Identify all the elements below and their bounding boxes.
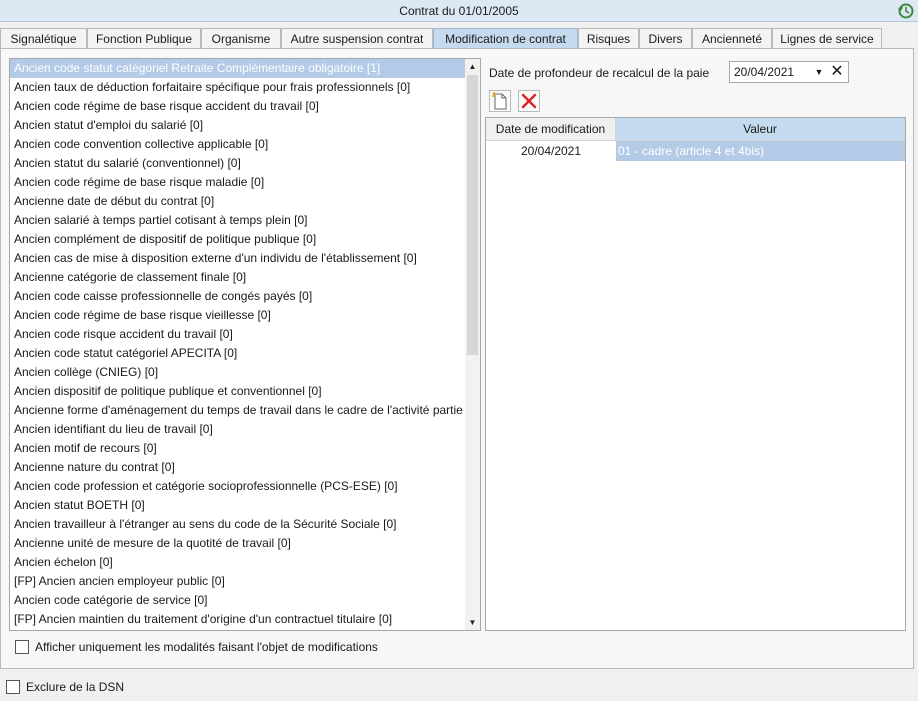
window-title: Contrat du 01/01/2005	[399, 4, 519, 18]
list-item[interactable]: Ancien code caisse professionnelle de co…	[10, 287, 466, 306]
list-item[interactable]: Ancien statut du salarié (conventionnel)…	[10, 154, 466, 173]
delete-button[interactable]	[518, 90, 540, 112]
modalites-list[interactable]: Ancien code statut catégoriel Retraite C…	[9, 58, 481, 631]
list-item[interactable]: Ancien code risque accident du travail […	[10, 325, 466, 344]
clear-icon[interactable]: ✕	[828, 62, 846, 82]
scroll-thumb[interactable]	[467, 75, 478, 355]
tab-strip: Signalétique Fonction Publique Organisme…	[0, 28, 918, 49]
list-item[interactable]: Ancien code statut catégoriel Retraite C…	[10, 59, 466, 78]
modifications-grid[interactable]: Date de modification Valeur 20/04/2021 0…	[485, 117, 906, 631]
list-item[interactable]: Ancien code régime de base risque maladi…	[10, 173, 466, 192]
tab-autre-suspension[interactable]: Autre suspension contrat	[281, 28, 433, 49]
scroll-down-icon[interactable]: ▼	[465, 615, 480, 630]
delete-icon	[521, 93, 537, 109]
recalc-date-label: Date de profondeur de recalcul de la pai…	[489, 66, 710, 80]
exclude-dsn-label: Exclure de la DSN	[26, 680, 125, 694]
window-titlebar: Contrat du 01/01/2005	[0, 0, 918, 22]
tab-fonction-publique[interactable]: Fonction Publique	[87, 28, 201, 49]
list-item[interactable]: Ancien dispositif de politique publique …	[10, 382, 466, 401]
list-item[interactable]: Ancienne forme d'aménagement du temps de…	[10, 401, 466, 420]
list-item[interactable]: Ancien échelon [0]	[10, 553, 466, 572]
list-item[interactable]: Ancien motif de recours [0]	[10, 439, 466, 458]
column-header-date[interactable]: Date de modification	[486, 118, 616, 141]
cell-value[interactable]: 01 - cadre (article 4 et 4bis)	[616, 141, 905, 161]
list-item[interactable]: Ancien identifiant du lieu de travail [0…	[10, 420, 466, 439]
list-item[interactable]: Ancien taux de déduction forfaitaire spé…	[10, 78, 466, 97]
table-row[interactable]: 20/04/2021 01 - cadre (article 4 et 4bis…	[486, 141, 905, 161]
tab-anciennete[interactable]: Ancienneté	[692, 28, 772, 49]
list-item[interactable]: Ancien code catégorie de service [0]	[10, 591, 466, 610]
new-document-icon	[492, 91, 507, 110]
list-item[interactable]: Ancien cas de mise à disposition externe…	[10, 249, 466, 268]
tab-divers[interactable]: Divers	[639, 28, 692, 49]
list-item[interactable]: Ancien code convention collective applic…	[10, 135, 466, 154]
tab-risques[interactable]: Risques	[578, 28, 639, 49]
list-item[interactable]: Ancien code statut catégoriel APECITA [0…	[10, 344, 466, 363]
history-icon[interactable]	[897, 2, 915, 20]
grid-header: Date de modification Valeur	[486, 118, 905, 141]
list-item[interactable]: Ancien travailleur à l'étranger au sens …	[10, 515, 466, 534]
tab-organisme[interactable]: Organisme	[201, 28, 281, 49]
list-item[interactable]: Ancien code régime de base risque accide…	[10, 97, 466, 116]
recalc-date-value[interactable]: 20/04/2021	[734, 62, 794, 82]
list-item[interactable]: [FP] Ancien maintien du traitement d'ori…	[10, 610, 466, 629]
list-item[interactable]: Ancien statut d'emploi du salarié [0]	[10, 116, 466, 135]
scroll-up-icon[interactable]: ▲	[465, 59, 480, 74]
list-item[interactable]: Ancienne nature du contrat [0]	[10, 458, 466, 477]
exclude-dsn-option[interactable]: Exclure de la DSN	[6, 678, 124, 696]
list-item[interactable]: Ancien code profession et catégorie soci…	[10, 477, 466, 496]
list-item[interactable]: Ancien statut BOETH [0]	[10, 496, 466, 515]
list-item[interactable]: Ancienne date de début du contrat [0]	[10, 192, 466, 211]
tab-modification-contrat[interactable]: Modification de contrat	[433, 28, 578, 49]
column-header-value[interactable]: Valeur	[616, 118, 905, 141]
tab-lignes-service[interactable]: Lignes de service	[772, 28, 882, 49]
filter-checkbox[interactable]	[15, 640, 29, 654]
cell-date[interactable]: 20/04/2021	[486, 141, 616, 161]
list-item[interactable]: [FP] Ancien ancien employeur public [0]	[10, 572, 466, 591]
list-item[interactable]: Ancien salarié à temps partiel cotisant …	[10, 211, 466, 230]
filter-option[interactable]: Afficher uniquement les modalités faisan…	[15, 638, 378, 656]
exclude-dsn-checkbox[interactable]	[6, 680, 20, 694]
recalc-date-picker[interactable]: 20/04/2021 ▼ ✕	[729, 61, 849, 83]
list-item[interactable]: Ancien complément de dispositif de polit…	[10, 230, 466, 249]
list-item[interactable]: Ancien collège (CNIEG) [0]	[10, 363, 466, 382]
new-document-button[interactable]	[489, 90, 511, 112]
list-item[interactable]: Ancienne unité de mesure de la quotité d…	[10, 534, 466, 553]
list-scrollbar[interactable]: ▲ ▼	[465, 59, 480, 630]
tab-signaletique[interactable]: Signalétique	[0, 28, 87, 49]
filter-label: Afficher uniquement les modalités faisan…	[35, 640, 378, 654]
list-item[interactable]: Ancien code régime de base risque vieill…	[10, 306, 466, 325]
chevron-down-icon[interactable]: ▼	[813, 62, 825, 82]
list-item[interactable]: Ancienne catégorie de classement finale …	[10, 268, 466, 287]
tab-panel: Ancien code statut catégoriel Retraite C…	[0, 48, 914, 669]
